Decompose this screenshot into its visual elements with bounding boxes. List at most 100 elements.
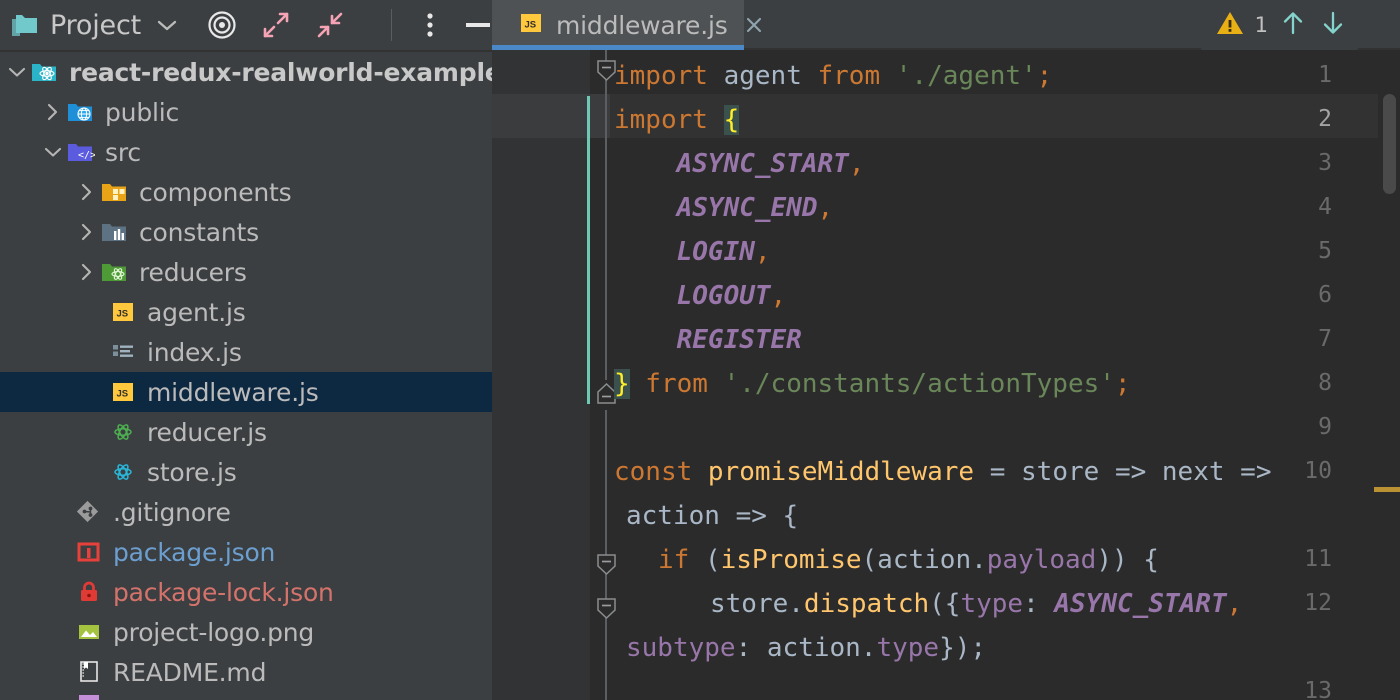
chevron-right-icon[interactable] [40, 102, 66, 122]
fold-marker-collapse-10[interactable] [595, 553, 618, 576]
code-line-11[interactable]: if (isPromise(action.payload)) { [658, 545, 1159, 575]
warning-marker[interactable] [1374, 487, 1400, 492]
js-file-icon: JS [518, 11, 544, 39]
code-line-6[interactable]: LOGOUT, [614, 281, 787, 311]
redux-folder-icon [100, 260, 130, 284]
editor-area: JS middleware.js 1 2 3 4 5 6 7 8 9 10 11… [492, 0, 1400, 700]
web-folder-icon [66, 100, 96, 124]
line-number: 9 [1318, 414, 1332, 440]
code-line-8[interactable]: } from './constants/actionTypes'; [614, 369, 1131, 399]
chevron-right-icon[interactable] [74, 262, 100, 282]
components-folder-icon [100, 180, 130, 204]
chevron-right-icon[interactable] [74, 182, 100, 202]
tree-label: middleware.js [147, 377, 319, 407]
tree-row-package-json[interactable]: package.json [0, 532, 492, 572]
close-icon[interactable] [742, 13, 766, 37]
code-editor[interactable]: 1 2 3 4 5 6 7 8 9 10 11 12 13 import age… [492, 50, 1400, 700]
tree-row-reducer-js[interactable]: reducer.js [0, 412, 492, 452]
tree-row-constants[interactable]: constants [0, 212, 492, 252]
project-panel-title: Project [50, 9, 141, 41]
fold-marker-collapse-11[interactable] [595, 597, 618, 620]
inspection-count: 1 [1254, 13, 1268, 37]
tree-row-components[interactable]: components [0, 172, 492, 212]
line-number: 1 [1318, 62, 1332, 88]
lock-file-icon [74, 579, 104, 605]
tree-row-middleware-js[interactable]: JS middleware.js [0, 372, 492, 412]
tree-row-store-js[interactable]: store.js [0, 452, 492, 492]
inspection-widget[interactable]: 1 [1200, 0, 1358, 50]
line-number: 3 [1318, 150, 1332, 176]
code-line-10[interactable]: const promiseMiddleware = store => next … [614, 457, 1271, 487]
expand-all-icon[interactable] [261, 10, 291, 40]
tab-label: middleware.js [556, 10, 728, 40]
source-folder-icon: </> [66, 140, 96, 164]
more-options-icon[interactable] [422, 10, 438, 40]
arrow-down-icon[interactable] [1318, 8, 1348, 42]
line-number: 13 [1304, 678, 1332, 700]
collapse-all-icon[interactable] [315, 10, 345, 40]
chevron-down-icon[interactable] [155, 17, 179, 33]
tree-label: public [105, 97, 180, 127]
tree-row-partial[interactable] [0, 692, 492, 700]
line-number: 2 [1318, 106, 1332, 132]
project-panel: Project react-redux-realworld-example pu… [0, 0, 492, 700]
line-number: 7 [1318, 326, 1332, 352]
toolbar-divider [390, 9, 392, 41]
partial-file-icon [74, 692, 104, 700]
chevron-down-icon[interactable] [4, 65, 30, 79]
editor-scrollbar-thumb[interactable] [1383, 94, 1396, 194]
tree-row-agent-js[interactable]: JS agent.js [0, 292, 492, 332]
tree-label: constants [139, 217, 259, 247]
code-line-1[interactable]: import agent from './agent'; [614, 61, 1052, 91]
line-number: 10 [1304, 458, 1332, 484]
tree-row-src[interactable]: </> src [0, 132, 492, 172]
tree-label: project-logo.png [113, 617, 315, 647]
code-line-7[interactable]: REGISTER [614, 325, 802, 355]
tree-row-project-root[interactable]: react-redux-realworld-example [0, 52, 492, 92]
warning-triangle-icon[interactable] [1215, 9, 1245, 41]
npm-file-icon [74, 540, 104, 564]
chevron-right-icon[interactable] [74, 222, 100, 242]
tree-row-index-js[interactable]: index.js [0, 332, 492, 372]
chevron-down-icon[interactable] [40, 145, 66, 159]
project-folder-icon [10, 12, 40, 38]
tab-middleware-js[interactable]: JS middleware.js [492, 0, 761, 50]
vcs-change-marker[interactable] [587, 96, 590, 404]
arrow-up-icon[interactable] [1278, 8, 1308, 42]
svg-text:JS: JS [117, 309, 129, 320]
target-icon[interactable] [207, 10, 237, 40]
code-line-5[interactable]: LOGIN, [614, 237, 771, 267]
tree-row-reducers[interactable]: reducers [0, 252, 492, 292]
git-file-icon [74, 499, 104, 525]
code-line-2[interactable]: import { [614, 105, 740, 135]
code-line-3[interactable]: ASYNC_START, [614, 149, 865, 179]
line-number: 11 [1304, 546, 1332, 572]
line-number: 8 [1318, 370, 1332, 396]
svg-text:JS: JS [117, 389, 129, 400]
tree-row-gitignore[interactable]: .gitignore [0, 492, 492, 532]
tree-row-package-lock-json[interactable]: package-lock.json [0, 572, 492, 612]
line-number: 4 [1318, 194, 1332, 220]
tree-row-readme-md[interactable]: README.md [0, 652, 492, 692]
code-line-10-wrap[interactable]: action => { [626, 501, 798, 531]
tree-label: package-lock.json [113, 577, 334, 607]
image-file-icon [74, 620, 104, 644]
tree-label: components [139, 177, 292, 207]
editor-scrollbar-track[interactable] [1374, 50, 1400, 700]
code-line-4[interactable]: ASYNC_END, [614, 193, 834, 223]
react-folder-icon [30, 60, 60, 84]
tree-label: package.json [113, 537, 276, 567]
svg-text:</>: </> [78, 150, 95, 161]
tree-label: src [105, 137, 141, 167]
line-number: 5 [1318, 238, 1332, 264]
project-file-tree[interactable]: react-redux-realworld-example public </>… [0, 52, 492, 700]
fold-line-import [605, 80, 607, 380]
tree-label: README.md [113, 657, 267, 687]
tree-row-project-logo-png[interactable]: project-logo.png [0, 612, 492, 652]
code-line-12-wrap[interactable]: subtype: action.type}); [626, 633, 986, 663]
tree-row-public[interactable]: public [0, 92, 492, 132]
svg-text:JS: JS [525, 20, 537, 31]
constants-folder-icon [100, 220, 130, 244]
code-line-12[interactable]: store.dispatch({type: ASYNC_START, [710, 589, 1242, 619]
hide-icon[interactable] [462, 10, 492, 40]
